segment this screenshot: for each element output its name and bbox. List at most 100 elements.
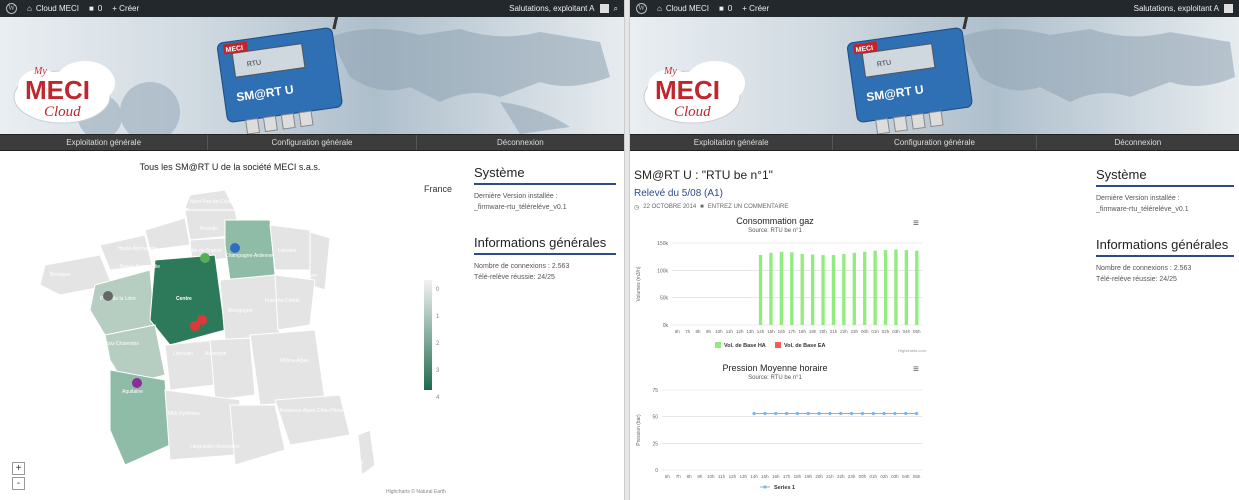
comment-icon: ■ [718, 4, 724, 13]
account-greeting[interactable]: Salutations, exploitant A [1134, 4, 1219, 13]
connections-count: Nombre de connexions : 2.563 [474, 263, 570, 270]
data-point [774, 411, 778, 416]
color-axis-legend [424, 280, 432, 390]
x-tick-label: 21h [830, 329, 838, 334]
y-axis-label: Pression (bar) [636, 414, 642, 446]
svg-text:MECI: MECI [655, 75, 720, 105]
site-link[interactable]: ⌂ Cloud MECI [27, 4, 79, 13]
clock-icon: ◷ [634, 205, 640, 211]
zoom-out-button[interactable]: - [12, 477, 25, 490]
chart-consommation-gaz: 0k 50k 100k 150k Volumes (m3/h) 6h 7h 8h 9h 10h 11… [636, 241, 927, 353]
x-tick-label: 17h [783, 474, 791, 479]
chart2-title: Pression Moyenne horaire [722, 363, 828, 373]
site-marker[interactable] [230, 243, 240, 253]
x-tick-label: 6h [675, 329, 681, 334]
chart2-subtitle: Source: RTU be n°1 [748, 375, 802, 381]
create-link[interactable]: + Créer [112, 4, 139, 13]
version-label: Dernière Version installée : [474, 193, 558, 200]
chart1-subtitle: Source: RTU be n°1 [748, 228, 802, 234]
site-marker[interactable] [190, 321, 200, 331]
menu-deconnexion[interactable]: Déconnexion [417, 135, 624, 150]
region-languedoc [229, 404, 286, 466]
x-tick-label: 02h [880, 474, 888, 479]
x-tick-label: 11h [718, 474, 726, 479]
x-tick-label: 9h [706, 329, 712, 334]
svg-text:Auvergne: Auvergne [205, 351, 227, 357]
svg-text:Corse: Corse [350, 460, 364, 466]
comment-link[interactable]: ENTREZ UN COMMENTAIRE [708, 204, 789, 211]
site-marker[interactable] [132, 378, 142, 388]
comments-link[interactable]: ■ 0 [89, 4, 102, 13]
avatar[interactable] [599, 4, 609, 13]
x-tick-label: 12h [729, 474, 737, 479]
x-tick-label: 6h [665, 474, 671, 479]
menu-exploitation[interactable]: Exploitation générale [630, 135, 834, 150]
x-tick-label: 10h [715, 329, 723, 334]
menu-configuration[interactable]: Configuration générale [208, 135, 417, 150]
systeme-heading: Système [1096, 167, 1234, 187]
x-tick-label: 8h [696, 329, 702, 334]
post-date[interactable]: 22 OCTOBRE 2014 [643, 204, 696, 211]
legend-swatch [715, 342, 721, 348]
chart1-menu-icon[interactable]: ≡ [913, 218, 919, 229]
data-point [893, 411, 897, 416]
version-value[interactable]: _firmware-rtu_téléreléve_v0.1 [474, 202, 616, 213]
x-tick-label: 15h [767, 329, 775, 334]
account-greeting[interactable]: Salutations, exploitant A [509, 4, 594, 13]
wordpress-icon[interactable]: W [636, 3, 647, 14]
data-point [914, 411, 919, 416]
region-rhone-alpes [249, 329, 326, 406]
info-heading: Informations générales [1096, 237, 1234, 257]
svg-text:Centre: Centre [176, 296, 192, 302]
data-point [828, 411, 832, 416]
avatar[interactable] [1224, 4, 1233, 13]
svg-text:Cloud: Cloud [674, 104, 711, 120]
banner-artwork: My MECI Cloud RTU MECI SM@RT U [643, 17, 1235, 134]
menu-deconnexion[interactable]: Déconnexion [1037, 135, 1239, 150]
data-point [839, 411, 843, 416]
zoom-in-button[interactable]: + [12, 462, 25, 475]
site-marker[interactable] [103, 291, 113, 301]
comments-link[interactable]: ■ 0 [719, 4, 732, 13]
site-link[interactable]: ⌂ Cloud MECI [657, 4, 709, 13]
france-map[interactable]: Nord-Pas-de-Calais Picardie Haute-Norman… [40, 190, 440, 490]
x-tick-label: 16h [772, 474, 780, 479]
x-tick-label: 7h [685, 329, 691, 334]
y-tick-label: 0 [655, 468, 658, 474]
x-tick-label: 16h [778, 329, 786, 334]
svg-text:Champagne-Ardenne: Champagne-Ardenne [225, 253, 273, 259]
svg-text:Poitou-Charentes: Poitou-Charentes [100, 341, 139, 347]
site-marker[interactable] [200, 253, 210, 263]
x-tick-label: 00h [861, 329, 869, 334]
releve-count: Télé-relève réussie: 24/25 [474, 274, 555, 281]
region-paca [274, 394, 351, 446]
menu-configuration[interactable]: Configuration générale [833, 135, 1037, 150]
chart1-title: Consommation gaz [736, 216, 814, 226]
post-title[interactable]: Relevé du 5/08 (A1) [634, 188, 723, 199]
x-tick-label: 12h [736, 329, 744, 334]
map-credit[interactable]: Highcharts © Natural Earth [386, 489, 446, 495]
x-tick-label: 04h [903, 329, 911, 334]
header-banner: My MECI Cloud RTU MECI SM@RT U [0, 17, 624, 134]
comment-icon: ■ [88, 4, 94, 13]
x-tick-label: 18h [794, 474, 802, 479]
create-link[interactable]: + Créer [742, 4, 769, 13]
bar [769, 252, 773, 325]
x-tick-label: 05h [913, 474, 921, 479]
chart2-menu-icon[interactable]: ≡ [913, 364, 919, 375]
region-limousin [164, 339, 216, 391]
y-tick-label: 50 [652, 415, 658, 421]
main-menu: Exploitation générale Configuration géné… [0, 134, 624, 151]
x-tick-label: 7h [676, 474, 682, 479]
data-point [860, 411, 865, 416]
search-icon[interactable]: ⌕ [614, 4, 618, 14]
systeme-heading: Système [474, 165, 616, 185]
region-corse [357, 429, 376, 476]
svg-text:Provence-Alpes-Côte-d'Azur: Provence-Alpes-Côte-d'Azur [280, 408, 344, 414]
version-value[interactable]: _firmware-rtu_téléreléve_v0.1 [1096, 204, 1234, 215]
wordpress-icon[interactable]: W [6, 3, 17, 14]
legend-item: Vol. de Base HA [724, 343, 766, 349]
legend-swatch [763, 485, 767, 489]
bar [883, 250, 888, 325]
menu-exploitation[interactable]: Exploitation générale [0, 135, 209, 150]
